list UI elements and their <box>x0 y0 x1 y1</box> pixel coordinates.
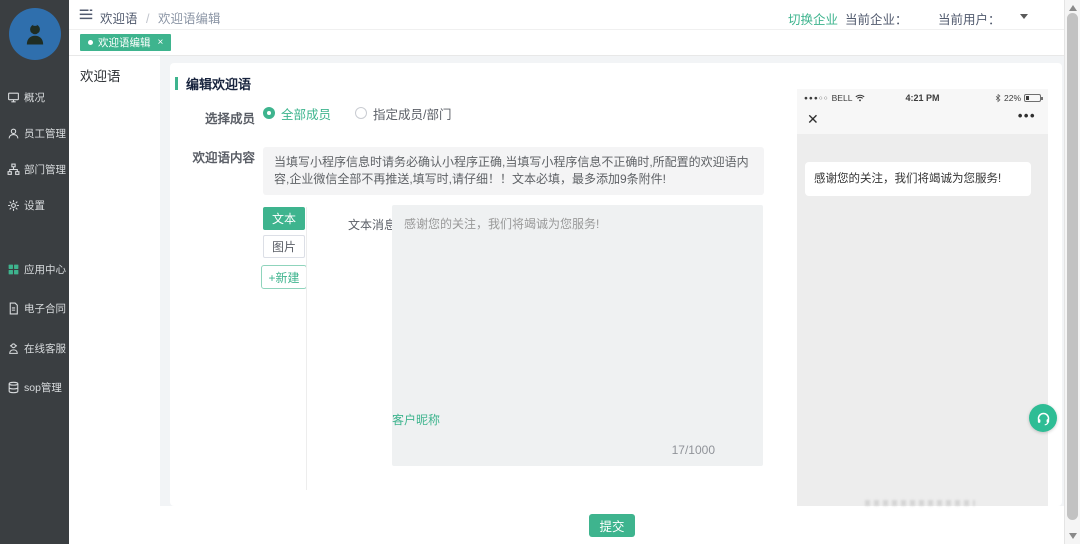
sidebar-item-label: 在线客服 <box>24 341 66 356</box>
sidebar: 概况 员工管理 部门管理 设置 应用中心 <box>0 0 69 544</box>
sidebar-item-label: 电子合同 <box>24 301 66 316</box>
sidebar-item-e-contract[interactable]: 电子合同 <box>0 297 69 319</box>
sidebar-item-app-center[interactable]: 应用中心 <box>0 258 69 280</box>
member-select-label: 选择成员 <box>170 108 255 127</box>
submit-button[interactable]: 提交 <box>589 514 635 537</box>
sidebar-item-online-service[interactable]: 在线客服 <box>0 337 69 359</box>
member-radio-group: 全部成员 指定成员/部门 <box>263 106 452 120</box>
overview-icon <box>7 91 20 104</box>
tab-label: 欢迎语编辑 <box>98 35 151 50</box>
sidebar-item-label: 应用中心 <box>24 262 66 277</box>
edit-welcome-card: 编辑欢迎语 选择成员 全部成员 指定成员/部门 欢迎语内容 当填写小程序信息时请… <box>170 63 1062 506</box>
vertical-scrollbar <box>1064 0 1080 544</box>
tab-close-icon[interactable]: × <box>158 37 164 48</box>
customer-service-float-button[interactable] <box>1029 404 1057 432</box>
editor-divider <box>306 207 307 490</box>
headset-icon <box>1036 411 1051 426</box>
radio-all-members-label[interactable]: 全部成员 <box>281 104 331 123</box>
menu-fold-icon[interactable] <box>78 7 94 22</box>
scroll-down-arrow[interactable] <box>1069 533 1077 539</box>
customer-nickname-link[interactable]: 客户昵称 <box>392 411 440 428</box>
phone-close-icon: ✕ <box>807 111 819 128</box>
sidebar-item-overview[interactable]: 概况 <box>0 86 69 108</box>
online-service-icon <box>7 342 20 355</box>
current-company-label: 当前企业： <box>845 9 908 28</box>
breadcrumb: 欢迎语 / 欢迎语编辑 <box>100 8 220 27</box>
sidebar-item-label: 概况 <box>24 90 45 105</box>
app-center-icon <box>7 263 20 276</box>
phone-nav-bar: ✕ ••• <box>797 107 1048 134</box>
top-header: 欢迎语 / 欢迎语编辑 切换企业 当前企业： 当前用户： <box>69 0 1080 30</box>
sidebar-item-label: 员工管理 <box>24 126 66 141</box>
sop-icon <box>7 381 20 394</box>
settings-icon <box>7 199 20 212</box>
user-dropdown-caret-icon[interactable] <box>1020 14 1028 19</box>
tab-text-message[interactable]: 文本 <box>263 207 305 230</box>
tab-bar: 欢迎语编辑 × <box>69 30 1080 56</box>
sidebar-item-settings[interactable]: 设置 <box>0 194 69 216</box>
phone-chat-area: 感谢您的关注，我们将竭诚为您服务! <box>797 134 1048 513</box>
scroll-up-arrow[interactable] <box>1069 5 1077 11</box>
tab-welcome-edit[interactable]: 欢迎语编辑 × <box>80 34 171 51</box>
breadcrumb-separator: / <box>146 12 149 26</box>
notice-text: 当填写小程序信息时请务必确认小程序正确,当填写小程序信息不正确时,所配置的欢迎语… <box>263 147 764 195</box>
app-root: 概况 员工管理 部门管理 设置 应用中心 <box>0 0 1080 544</box>
breadcrumb-welcome[interactable]: 欢迎语 <box>100 12 138 26</box>
sidebar-item-label: sop管理 <box>24 380 62 395</box>
sidebar-item-departments[interactable]: 部门管理 <box>0 158 69 180</box>
battery-percent-label: 22% <box>1004 93 1021 103</box>
radio-all-members[interactable] <box>263 107 275 119</box>
section-title: 编辑欢迎语 <box>186 74 251 93</box>
sidebar-item-employees[interactable]: 员工管理 <box>0 122 69 144</box>
main-content: 编辑欢迎语 选择成员 全部成员 指定成员/部门 欢迎语内容 当填写小程序信息时请… <box>160 56 1064 544</box>
message-textarea[interactable]: 感谢您的关注，我们将竭诚为您服务! <box>392 205 763 435</box>
phone-status-right: 22% <box>995 93 1041 103</box>
employees-icon <box>7 127 20 140</box>
app-logo[interactable] <box>9 8 61 60</box>
chat-message-bubble: 感谢您的关注，我们将竭诚为您服务! <box>805 162 1031 196</box>
section-accent-bar <box>175 77 178 90</box>
char-counter: 17/1000 <box>672 443 715 457</box>
battery-icon <box>1024 94 1041 102</box>
breadcrumb-welcome-edit[interactable]: 欢迎语编辑 <box>158 12 221 26</box>
secondary-nav: 欢迎语 <box>69 56 160 544</box>
section-header: 编辑欢迎语 <box>175 74 251 93</box>
add-new-button[interactable]: +新建 <box>261 265 307 289</box>
sidebar-item-label: 部门管理 <box>24 162 66 177</box>
radio-specific-members-label[interactable]: 指定成员/部门 <box>373 104 451 123</box>
phone-preview: ●●●○○ BELL 4:21 PM 22% ✕ ••• 感谢您的关注，我们将竭… <box>797 89 1048 513</box>
secondary-nav-item-welcome[interactable]: 欢迎语 <box>80 65 121 85</box>
e-contract-icon <box>7 302 20 315</box>
departments-icon <box>7 163 20 176</box>
watermark <box>865 500 975 506</box>
switch-company-link[interactable]: 切换企业 <box>788 9 838 28</box>
tab-active-dot-icon <box>88 40 93 45</box>
radio-specific-members[interactable] <box>355 107 367 119</box>
tab-image-message[interactable]: 图片 <box>263 235 305 258</box>
welcome-content-label: 欢迎语内容 <box>170 147 255 166</box>
sidebar-item-label: 设置 <box>24 198 45 213</box>
phone-more-icon: ••• <box>1018 108 1036 123</box>
phone-status-bar: ●●●○○ BELL 4:21 PM 22% <box>797 89 1048 107</box>
footer-bar: 提交 <box>160 506 1064 544</box>
mascot-icon <box>21 20 49 48</box>
current-user-label: 当前用户： <box>938 9 1001 28</box>
message-textarea-box: 感谢您的关注，我们将竭诚为您服务! 17/1000 <box>392 205 763 466</box>
scrollbar-thumb[interactable] <box>1067 13 1078 520</box>
bluetooth-icon <box>995 93 1001 103</box>
sidebar-item-sop[interactable]: sop管理 <box>0 376 69 398</box>
